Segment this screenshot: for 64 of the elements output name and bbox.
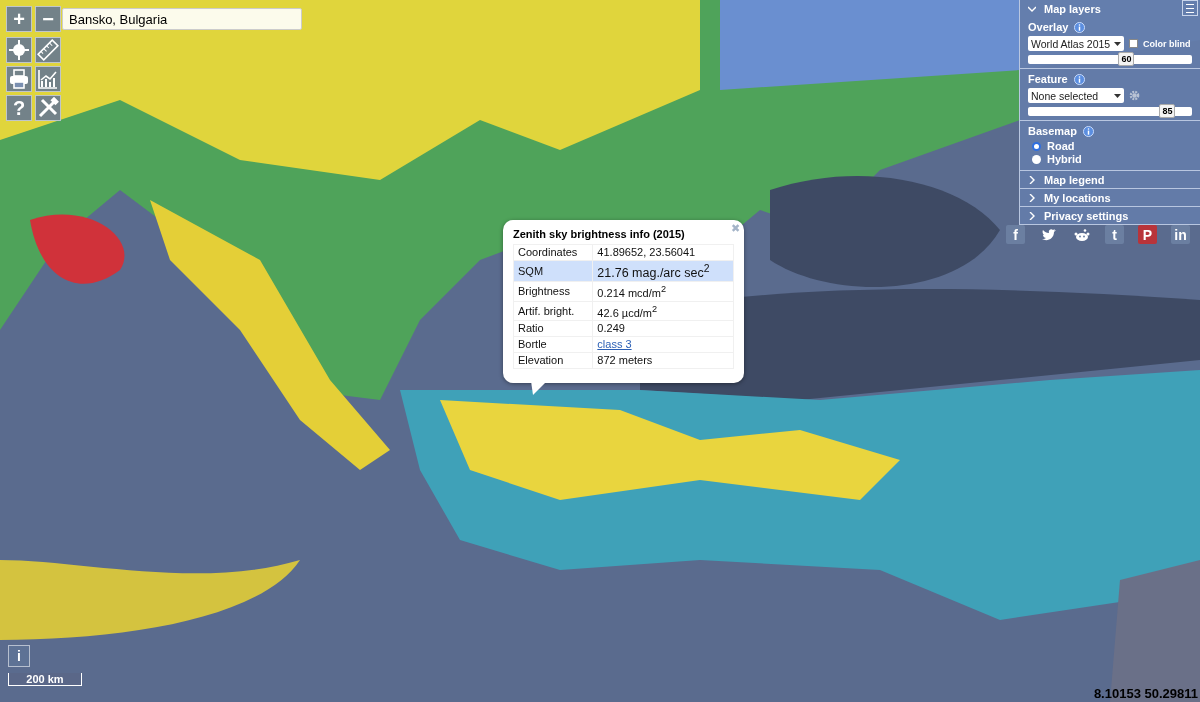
radio-label[interactable]: Road xyxy=(1047,140,1075,152)
chevron-icon xyxy=(1028,4,1036,13)
gear-icon[interactable] xyxy=(1129,90,1140,101)
pinterest-icon[interactable]: P xyxy=(1138,225,1157,244)
table-cell: 0.249 xyxy=(592,320,734,337)
facebook-icon[interactable]: f xyxy=(1006,225,1025,244)
section-header[interactable]: My locations xyxy=(1020,188,1200,206)
feature-dropdown[interactable]: None selected xyxy=(1028,88,1124,103)
search-field[interactable]: Bansko, Bulgaria xyxy=(62,8,302,30)
ruler-button[interactable] xyxy=(35,37,61,63)
overlay-dropdown[interactable]: World Atlas 2015 xyxy=(1028,36,1124,51)
menu-icon[interactable] xyxy=(1182,0,1198,16)
bird-icon xyxy=(1041,228,1056,241)
printer-icon xyxy=(8,68,30,90)
slider-thumb[interactable]: 60 xyxy=(1118,52,1135,66)
alien-icon xyxy=(1073,228,1090,241)
table-cell: Ratio xyxy=(513,320,593,337)
zoom-in-button[interactable]: + xyxy=(6,6,32,32)
locate-button[interactable] xyxy=(6,37,32,63)
radio-label[interactable]: Hybrid xyxy=(1047,153,1082,165)
scale-bar: 200 km xyxy=(8,673,82,686)
info-icon[interactable] xyxy=(1074,21,1086,33)
table-cell: Artif. bright. xyxy=(513,301,593,321)
info-icon[interactable] xyxy=(1073,73,1085,85)
print-button[interactable] xyxy=(6,66,32,92)
chart-icon xyxy=(37,68,59,90)
info-button[interactable]: i xyxy=(8,645,30,667)
table-cell: 0.214 mcd/m$^{2}$ xyxy=(592,281,734,302)
radio-button[interactable] xyxy=(1032,141,1041,151)
table-cell: Bortle xyxy=(513,336,593,353)
table-cell: 872 meters xyxy=(592,352,734,369)
slider-thumb[interactable]: 85 xyxy=(1159,104,1176,118)
caret-icon xyxy=(1114,41,1121,46)
popup-title: Zenith sky brightness info (2015) xyxy=(513,228,686,240)
overlay-label: Overlay xyxy=(1028,21,1069,33)
feature-label: Feature xyxy=(1028,73,1068,85)
slider[interactable]: 60 xyxy=(1028,55,1192,64)
basemap-label: Basemap xyxy=(1028,125,1077,137)
radio-button[interactable] xyxy=(1032,154,1041,164)
checkbox[interactable] xyxy=(1129,39,1138,48)
section-header[interactable]: Privacy settings xyxy=(1020,206,1200,224)
table-cell: Brightness xyxy=(513,281,593,302)
tools-button[interactable] xyxy=(35,95,61,121)
zoom-out-button[interactable]: − xyxy=(35,6,61,32)
table-cell: Elevation xyxy=(513,352,593,369)
bortle-link[interactable]: class 3 xyxy=(597,338,632,351)
help-button[interactable]: ? xyxy=(6,95,32,121)
section-header[interactable]: Map layers xyxy=(1020,0,1200,17)
table-cell: SQM xyxy=(513,260,593,282)
info-icon[interactable] xyxy=(1082,125,1094,137)
table-cell: Coordinates xyxy=(513,244,593,261)
ruler-icon xyxy=(37,39,59,61)
slider[interactable]: 85 xyxy=(1028,107,1192,116)
coordinates-text: 8.10153 50.29811 xyxy=(1093,686,1198,701)
locate-icon xyxy=(8,39,30,61)
chart-button[interactable] xyxy=(35,66,61,92)
caret-icon xyxy=(1114,93,1121,98)
table-cell: 42.6 µcd/m$^{2}$ xyxy=(592,301,734,321)
section-header[interactable]: Map legend xyxy=(1020,170,1200,188)
checkbox-label: Color blind xyxy=(1143,38,1191,49)
tumblr-icon[interactable]: t xyxy=(1105,225,1124,244)
table-cell: 41.89652, 23.56041 xyxy=(592,244,734,261)
linkedin-icon[interactable]: in xyxy=(1171,225,1190,244)
tools-icon xyxy=(37,97,59,119)
